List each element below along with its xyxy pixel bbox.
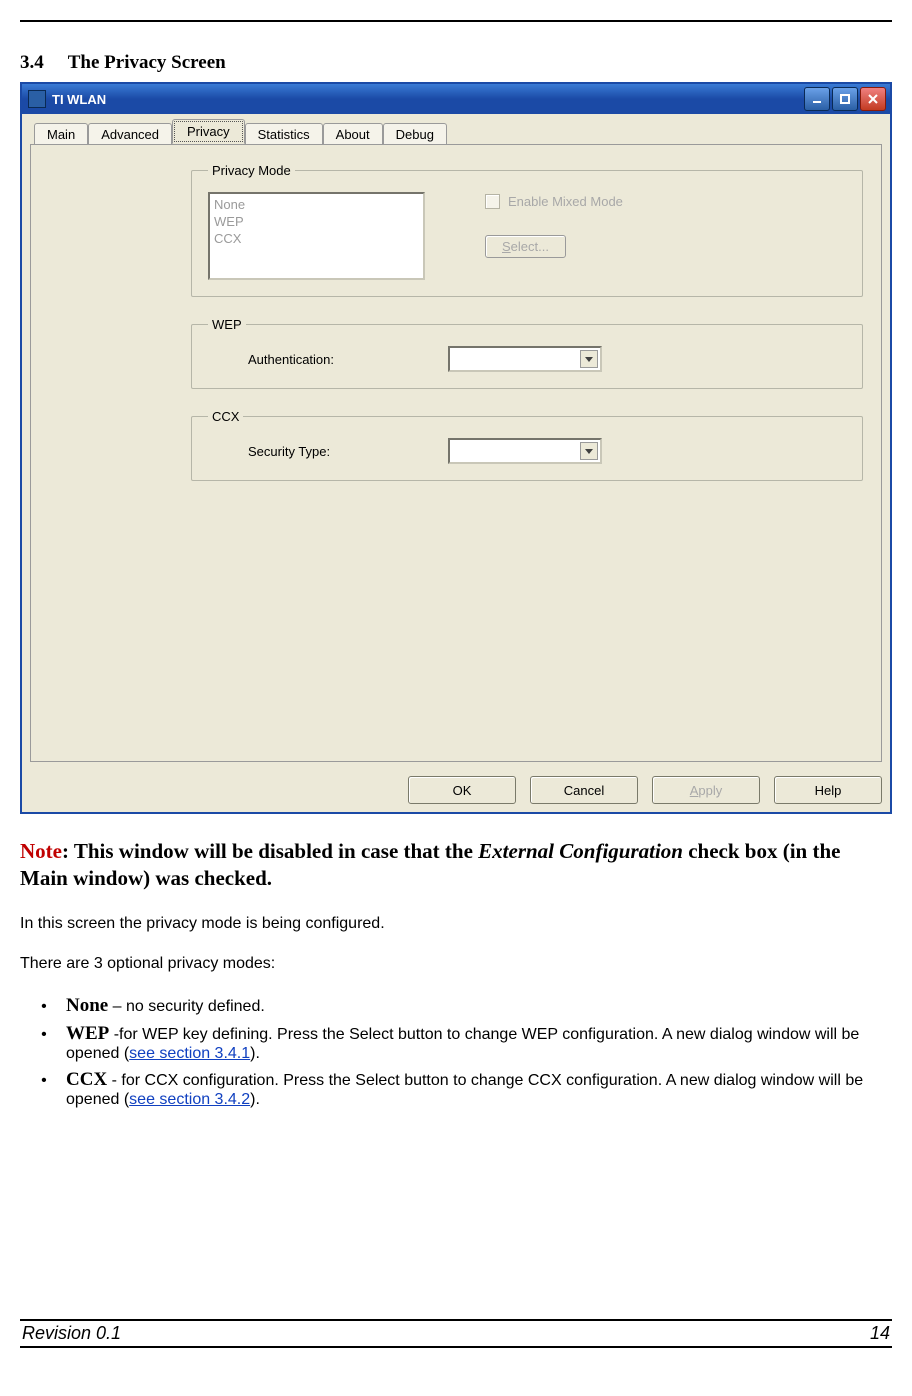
footer-revision: Revision 0.1 bbox=[22, 1323, 121, 1344]
privacy-mode-listbox[interactable]: None WEP CCX bbox=[208, 192, 425, 280]
minimize-button[interactable] bbox=[804, 87, 830, 111]
group-privacy-mode-legend: Privacy Mode bbox=[208, 163, 295, 178]
app-window: TI WLAN Main Advanced Privacy Statistics… bbox=[20, 82, 892, 814]
section-heading: 3.4 The Privacy Screen bbox=[20, 52, 892, 74]
note-paragraph: Note: This window will be disabled in ca… bbox=[20, 838, 892, 893]
help-button[interactable]: Help bbox=[774, 776, 882, 804]
tab-debug[interactable]: Debug bbox=[383, 123, 447, 145]
group-wep-legend: WEP bbox=[208, 317, 246, 332]
tab-strip: Main Advanced Privacy Statistics About D… bbox=[34, 120, 882, 144]
cancel-button[interactable]: Cancel bbox=[530, 776, 638, 804]
tab-about[interactable]: About bbox=[323, 123, 383, 145]
modes-list: None – no security defined. WEP -for WEP… bbox=[60, 995, 892, 1109]
maximize-button[interactable] bbox=[832, 87, 858, 111]
tab-panel: Privacy Mode None WEP CCX Enable Mixed M… bbox=[30, 144, 882, 762]
section-number: 3.4 bbox=[20, 52, 44, 74]
tab-statistics[interactable]: Statistics bbox=[245, 123, 323, 145]
ccx-security-dropdown[interactable] bbox=[448, 438, 602, 464]
ccx-security-label: Security Type: bbox=[248, 444, 448, 459]
mode-ccx: CCX - for CCX configuration. Press the S… bbox=[60, 1069, 892, 1109]
mode-none: None – no security defined. bbox=[60, 995, 892, 1017]
privacy-option-none[interactable]: None bbox=[214, 196, 419, 213]
close-button[interactable] bbox=[860, 87, 886, 111]
tab-main[interactable]: Main bbox=[34, 123, 88, 145]
tab-privacy[interactable]: Privacy bbox=[172, 119, 245, 144]
mode-wep: WEP -for WEP key defining. Press the Sel… bbox=[60, 1023, 892, 1063]
enable-mixed-mode-checkbox[interactable] bbox=[485, 194, 500, 209]
link-section-342[interactable]: see section 3.4.2 bbox=[129, 1091, 250, 1108]
footer-page-number: 14 bbox=[870, 1323, 890, 1344]
ok-button[interactable]: OK bbox=[408, 776, 516, 804]
page-footer: Revision 0.1 14 bbox=[20, 1317, 892, 1350]
wep-auth-label: Authentication: bbox=[248, 352, 448, 367]
apply-button[interactable]: Apply bbox=[652, 776, 760, 804]
group-ccx-legend: CCX bbox=[208, 409, 243, 424]
tab-advanced[interactable]: Advanced bbox=[88, 123, 172, 145]
link-section-341[interactable]: see section 3.4.1 bbox=[129, 1045, 250, 1062]
window-title: TI WLAN bbox=[52, 92, 106, 107]
section-title: The Privacy Screen bbox=[68, 52, 226, 73]
enable-mixed-mode-label: Enable Mixed Mode bbox=[508, 194, 623, 209]
group-ccx: CCX Security Type: bbox=[191, 409, 863, 481]
note-label: Note bbox=[20, 839, 62, 863]
privacy-option-ccx[interactable]: CCX bbox=[214, 230, 419, 247]
privacy-option-wep[interactable]: WEP bbox=[214, 213, 419, 230]
group-privacy-mode: Privacy Mode None WEP CCX Enable Mixed M… bbox=[191, 163, 863, 297]
paragraph-intro: In this screen the privacy mode is being… bbox=[20, 915, 892, 933]
app-icon bbox=[28, 90, 46, 108]
dialog-button-bar: OK Cancel Apply Help bbox=[30, 762, 882, 804]
paragraph-modes: There are 3 optional privacy modes: bbox=[20, 955, 892, 973]
wep-auth-dropdown[interactable] bbox=[448, 346, 602, 372]
group-wep: WEP Authentication: bbox=[191, 317, 863, 389]
titlebar[interactable]: TI WLAN bbox=[22, 84, 890, 114]
select-button[interactable]: Select... bbox=[485, 235, 566, 258]
